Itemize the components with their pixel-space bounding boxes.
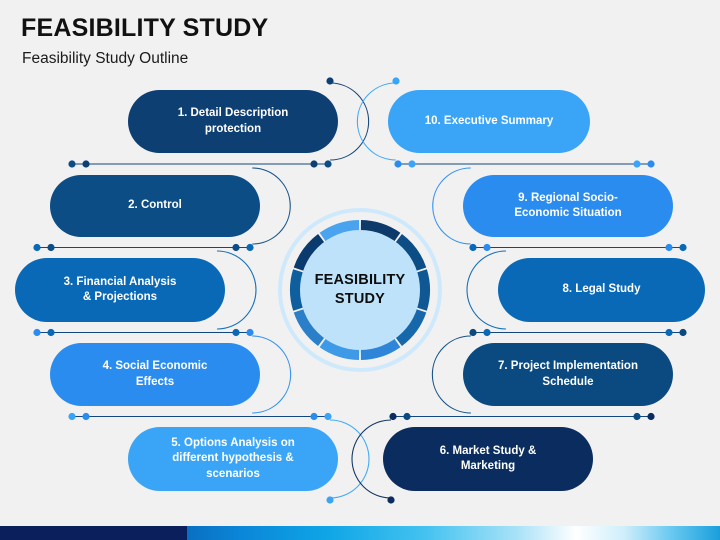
end-dot-item-5 [326, 496, 334, 504]
center-donut: FEASIBILITY STUDY [278, 208, 442, 372]
footer-gradient-block [187, 526, 720, 540]
pill-item-1[interactable]: 1. Detail Description protection [128, 90, 338, 153]
end-dot-item-1 [326, 77, 334, 85]
center-label: FEASIBILITY STUDY [314, 272, 406, 307]
connector-dot-5-b [324, 412, 332, 421]
pill-item-6-label: 6. Market Study & Marketing [439, 444, 537, 472]
connector-dot-3-b [232, 328, 240, 337]
pill-item-10-label: 10. Executive Summary [424, 114, 554, 127]
connector-dot-4-b [246, 328, 254, 337]
end-dot-item-6 [387, 496, 395, 504]
connector-dot-2-b [232, 243, 240, 252]
connector-dot-8-b [679, 243, 687, 252]
connector-dot-2-b [324, 160, 332, 168]
pill-item-7[interactable]: 7. Project Implementation Schedule [463, 343, 673, 406]
end-dot-item-10 [392, 77, 400, 85]
connector-dot-7-a [469, 328, 477, 337]
pill-item-2-label: 2. Control [128, 199, 182, 212]
connector-dot-2-a [68, 160, 76, 168]
pill-item-9[interactable]: 9. Regional Socio- Economic Situation [463, 175, 673, 237]
pill-item-1-label: 1. Detail Description protection [177, 107, 289, 135]
connector-dot-9-b [665, 243, 673, 252]
pill-item-3-label: 3. Financial Analysis & Projections [63, 275, 177, 303]
connector-dot-1-a [82, 160, 90, 168]
pill-item-2[interactable]: 2. Control [50, 175, 260, 237]
connector-dot-3-b [246, 243, 254, 252]
connector-dot-8-a [469, 243, 477, 252]
connector-dot-6-a [389, 412, 397, 421]
connector-dot-10-b [633, 160, 641, 168]
connector-dot-4-a [82, 412, 90, 421]
connector-dot-2-a [47, 243, 55, 252]
pill-item-5[interactable]: 5. Options Analysis on different hypothe… [128, 427, 338, 491]
connector-dot-9-a [394, 160, 402, 168]
connector-dot-6-b [647, 412, 655, 421]
footer-navy-block [0, 526, 187, 540]
connector-dot-9-b [647, 160, 655, 168]
connector-dot-10-a [408, 160, 416, 168]
connector-dot-4-b [310, 412, 318, 421]
pill-item-9-label: 9. Regional Socio- Economic Situation [514, 191, 622, 219]
connector-dot-7-b [679, 328, 687, 337]
pill-item-4[interactable]: 4. Social Economic Effects [50, 343, 260, 406]
connector-dot-9-a [483, 243, 491, 252]
connector-dot-3-a [47, 328, 55, 337]
pill-item-8[interactable]: 8. Legal Study [498, 258, 705, 322]
pill-item-3[interactable]: 3. Financial Analysis & Projections [15, 258, 225, 322]
footer-bar [0, 526, 720, 540]
connector-dot-4-a [33, 328, 41, 337]
pill-item-10[interactable]: 10. Executive Summary [388, 90, 590, 153]
connector-dot-7-a [403, 412, 411, 421]
connector-dot-5-a [68, 412, 76, 421]
pill-item-4-label: 4. Social Economic Effects [102, 360, 208, 388]
pill-item-5-label: 5. Options Analysis on different hypothe… [171, 437, 295, 480]
pill-item-7-label: 7. Project Implementation Schedule [498, 360, 638, 388]
connector-dot-8-b [665, 328, 673, 337]
pill-item-6[interactable]: 6. Market Study & Marketing [383, 427, 593, 491]
connector-dot-7-b [633, 412, 641, 421]
connector-dot-3-a [33, 243, 41, 252]
slide-canvas: FEASIBILITY STUDY Feasibility Study Outl… [0, 0, 720, 540]
connector-dot-1-b [310, 160, 318, 168]
connector-dot-8-a [483, 328, 491, 337]
pill-item-8-label: 8. Legal Study [562, 283, 641, 296]
